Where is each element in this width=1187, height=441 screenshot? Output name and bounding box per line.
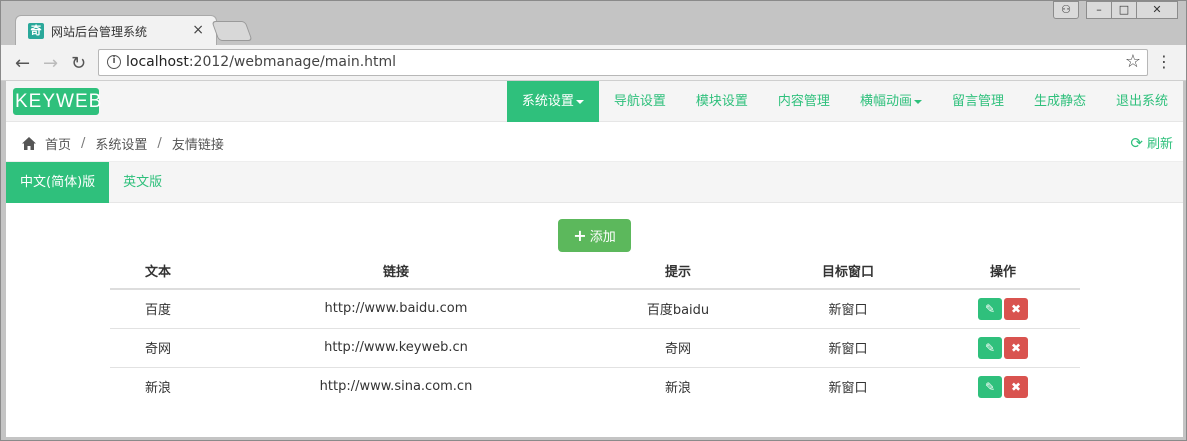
url-text[interactable]: localhost:2012/webmanage/main.html — [126, 54, 396, 70]
tab-strip: 奇 网站后台管理系统 × ⚇ – □ ✕ — [1, 1, 1186, 45]
minimize-button[interactable]: – — [1086, 1, 1112, 19]
nav-item-label: 生成静态 — [1033, 94, 1086, 109]
site-info-icon[interactable]: i — [107, 55, 121, 69]
cell-target: 新窗口 — [770, 366, 926, 406]
delete-icon[interactable]: ✖ — [1004, 297, 1028, 320]
cell-actions: ✎ ✖ — [926, 288, 1080, 328]
nav-item-1[interactable]: 导航设置 — [599, 81, 681, 122]
tab-close-icon[interactable]: × — [192, 22, 204, 38]
cell-actions: ✎ ✖ — [926, 327, 1080, 367]
nav-item-label: 内容管理 — [777, 94, 830, 109]
column-header-target: 目标窗口 — [770, 253, 926, 290]
nav-item-label: 系统设置 — [521, 94, 574, 109]
cell-target: 新窗口 — [770, 288, 926, 328]
url-host: localhost — [126, 54, 189, 70]
nav-item-label: 留言管理 — [951, 94, 1004, 109]
cell-text: 百度 — [110, 288, 206, 328]
nav-item-label: 导航设置 — [613, 94, 666, 109]
breadcrumb-current: 友情链接 — [171, 138, 224, 153]
column-header-link: 链接 — [206, 253, 586, 290]
cell-actions: ✎ ✖ — [926, 366, 1080, 406]
back-icon[interactable]: ← — [15, 53, 30, 74]
nav-item-0[interactable]: 系统设置 — [506, 81, 599, 122]
nav-item-7[interactable]: 退出系统 — [1101, 81, 1183, 122]
browser-window: 奇 网站后台管理系统 × ⚇ – □ ✕ ← → ↻ i localhost:2… — [0, 0, 1187, 441]
nav-item-4[interactable]: 横幅动画 — [845, 81, 937, 122]
table-row: 百度 http://www.baidu.com 百度baidu 新窗口 ✎ ✖ — [110, 288, 1080, 328]
refresh-label: 刷新 — [1146, 137, 1173, 152]
nav-item-2[interactable]: 模块设置 — [681, 81, 763, 122]
nav-item-label: 模块设置 — [695, 94, 748, 109]
home-icon — [22, 137, 36, 150]
site-logo[interactable]: KEYWEB — [13, 88, 101, 115]
cell-link: http://www.baidu.com — [206, 288, 586, 328]
breadcrumb-system-settings[interactable]: 系统设置 — [95, 134, 147, 153]
table-header-row: 文本 链接 提示 目标窗口 操作 — [110, 253, 1080, 290]
edit-icon[interactable]: ✎ — [978, 297, 1002, 320]
column-header-hint: 提示 — [586, 253, 770, 290]
cell-link: http://www.sina.com.cn — [206, 366, 586, 406]
forward-icon[interactable]: → — [43, 53, 58, 74]
cell-link: http://www.keyweb.cn — [206, 327, 586, 367]
breadcrumb-home[interactable]: 首页 — [45, 134, 71, 153]
top-navbar: KEYWEB 系统设置 导航设置 模块设置 内容管理 横幅动画 留言管理 生成静态 退出系统 — [6, 81, 1183, 122]
address-bar[interactable]: i localhost:2012/webmanage/main.html ☆ — [98, 49, 1148, 76]
tab-title: 网站后台管理系统 — [51, 25, 148, 39]
delete-icon[interactable]: ✖ — [1004, 375, 1028, 398]
browser-toolbar: ← → ↻ i localhost:2012/webmanage/main.ht… — [1, 45, 1186, 81]
new-tab-button[interactable] — [211, 21, 253, 41]
breadcrumb-separator: / — [157, 136, 162, 151]
edit-icon[interactable]: ✎ — [978, 336, 1002, 359]
reload-icon[interactable]: ↻ — [71, 53, 86, 74]
page-content: KEYWEB 系统设置 导航设置 模块设置 内容管理 横幅动画 留言管理 生成静态 退出系统 … — [6, 81, 1183, 437]
breadcrumb: 首页 / 系统设置 / 友情链接 — [22, 134, 224, 153]
add-link-button[interactable]: + 添加 — [558, 219, 631, 252]
language-tabs: 中文(简体)版 英文版 — [6, 162, 1183, 203]
delete-icon[interactable]: ✖ — [1004, 336, 1028, 359]
breadcrumb-separator: / — [81, 136, 86, 151]
plus-icon: + — [573, 226, 587, 245]
nav-item-label: 横幅动画 — [859, 94, 912, 109]
cell-target: 新窗口 — [770, 327, 926, 367]
browser-tab[interactable]: 奇 网站后台管理系统 × — [15, 15, 217, 45]
browser-menu-icon[interactable]: ⋮ — [1156, 52, 1172, 71]
column-header-text: 文本 — [110, 253, 206, 290]
nav-item-3[interactable]: 内容管理 — [763, 81, 845, 122]
table-row: 奇网 http://www.keyweb.cn 奇网 新窗口 ✎ ✖ — [110, 327, 1080, 367]
breadcrumb-bar: 首页 / 系统设置 / 友情链接 ⟳ 刷新 — [6, 122, 1183, 162]
main-nav: 系统设置 导航设置 模块设置 内容管理 横幅动画 留言管理 生成静态 退出系统 — [506, 81, 1183, 122]
cell-hint: 百度baidu — [586, 288, 770, 328]
add-button-label: 添加 — [589, 230, 616, 245]
bookmark-star-icon[interactable]: ☆ — [1125, 51, 1141, 72]
refresh-button[interactable]: ⟳ 刷新 — [1130, 133, 1173, 153]
links-table: 文本 链接 提示 目标窗口 操作 百度 http://www.baidu.com 百… — [110, 253, 1080, 406]
caret-down-icon — [913, 99, 922, 104]
cell-hint: 新浪 — [586, 366, 770, 406]
column-header-actions: 操作 — [926, 253, 1080, 290]
refresh-icon: ⟳ — [1130, 133, 1143, 152]
nav-item-label: 退出系统 — [1115, 94, 1168, 109]
tab-english[interactable]: 英文版 — [109, 162, 176, 203]
cell-text: 奇网 — [110, 327, 206, 367]
tab-chinese[interactable]: 中文(简体)版 — [6, 162, 110, 203]
nav-item-6[interactable]: 生成静态 — [1019, 81, 1101, 122]
table-row: 新浪 http://www.sina.com.cn 新浪 新窗口 ✎ ✖ — [110, 366, 1080, 406]
cell-text: 新浪 — [110, 366, 206, 406]
edit-icon[interactable]: ✎ — [978, 375, 1002, 398]
caret-down-icon — [575, 99, 584, 104]
maximize-button[interactable]: □ — [1111, 1, 1137, 19]
url-path: :2012/webmanage/main.html — [188, 54, 397, 70]
profile-icon[interactable]: ⚇ — [1053, 1, 1079, 19]
nav-item-5[interactable]: 留言管理 — [937, 81, 1019, 122]
site-favicon-icon: 奇 — [28, 23, 44, 39]
cell-hint: 奇网 — [586, 327, 770, 367]
window-controls: ⚇ – □ ✕ — [1053, 1, 1178, 19]
close-window-button[interactable]: ✕ — [1136, 1, 1178, 19]
